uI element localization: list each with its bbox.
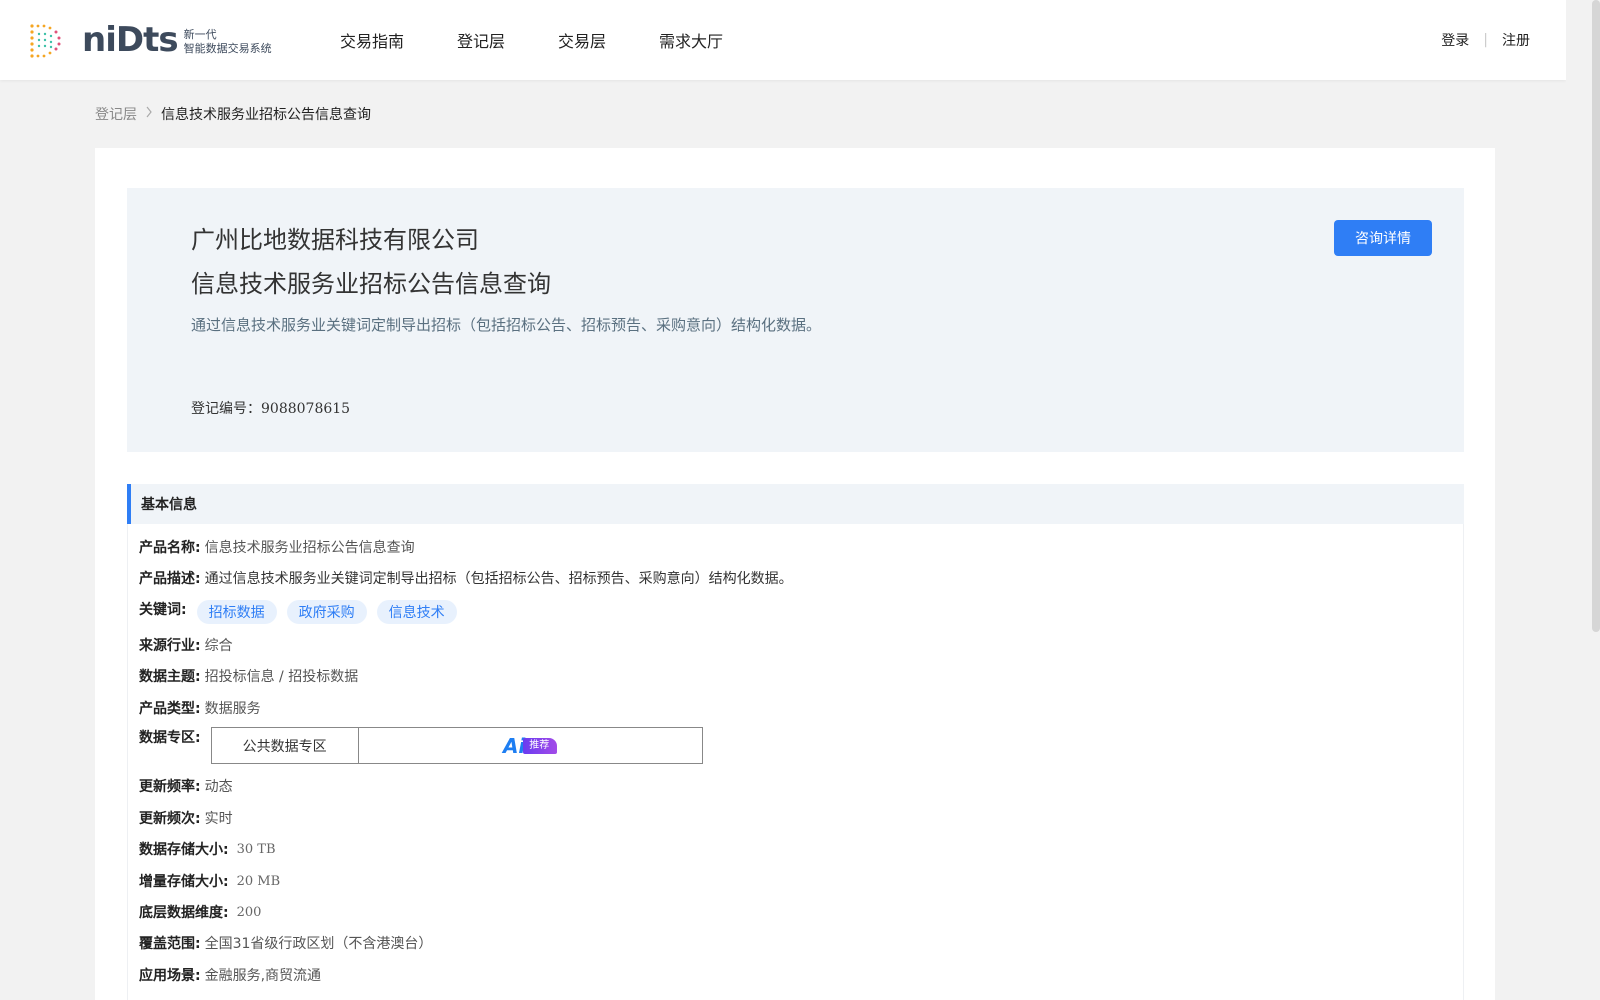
public-data-zone-cell[interactable]: 公共数据专区 (212, 728, 359, 763)
product-summary: 通过信息技术服务业关键词定制导出招标（包括招标公告、招标预告、采购意向）结构化数… (191, 316, 822, 334)
info-label: 增量存储大小: (139, 874, 229, 890)
keyword-tag[interactable]: 政府采购 (286, 600, 367, 624)
info-row-theme: 数据主题: 招投标信息 / 招投标数据 (139, 664, 358, 688)
info-value: 信息技术服务业招标公告信息查询 (204, 540, 415, 556)
info-value: 动态 (204, 779, 233, 795)
breadcrumb-parent-link[interactable]: 登记层 (95, 104, 137, 124)
info-label: 数据专区: (139, 730, 201, 746)
logo-wordmark: niDts (82, 20, 179, 60)
info-row-product-name: 产品名称: 信息技术服务业招标公告信息查询 (139, 535, 415, 559)
brand-logo[interactable]: niDts 新一代 智能数据交易系统 (28, 20, 272, 60)
info-row-storage-size: 数据存储大小: 30 TB (139, 837, 276, 861)
info-label: 数据存储大小: (139, 842, 229, 858)
register-link[interactable]: 注册 (1502, 30, 1530, 50)
info-value: 200 (236, 904, 262, 920)
main-nav: 交易指南 登记层 交易层 需求大厅 (340, 0, 776, 80)
info-value: 20 MB (236, 873, 281, 889)
keyword-tag[interactable]: 信息技术 (376, 600, 457, 624)
ai-recommend-cell[interactable]: Ai 推荐 (359, 728, 702, 763)
info-value: 全国31省级行政区划（不含港澳台） (204, 936, 433, 952)
info-label: 更新频次: (139, 811, 201, 827)
product-title: 信息技术服务业招标公告信息查询 (191, 270, 551, 298)
logo-subtitle: 新一代 智能数据交易系统 (184, 24, 272, 56)
info-value: 30 TB (236, 841, 276, 857)
info-row-update-frequency: 更新频率: 动态 (139, 774, 233, 798)
info-label: 产品描述: (139, 571, 201, 587)
info-value: 通过信息技术服务业关键词定制导出招标（包括招标公告、招标预告、采购意向）结构化数… (204, 571, 793, 587)
info-label: 产品类型: (139, 701, 201, 717)
info-label: 底层数据维度: (139, 905, 229, 921)
top-header: niDts 新一代 智能数据交易系统 交易指南 登记层 交易层 需求大厅 登录 … (0, 0, 1566, 80)
nav-trade-guide[interactable]: 交易指南 (340, 28, 404, 52)
info-label: 更新频率: (139, 779, 201, 795)
registration-number: 登记编号：9088078615 (191, 398, 350, 418)
section-basic-info: 基本信息 (127, 484, 1464, 524)
keyword-tag[interactable]: 招标数据 (196, 600, 277, 624)
info-row-product-type: 产品类型: 数据服务 (139, 696, 261, 720)
product-detail-card: 广州比地数据科技有限公司 信息技术服务业招标公告信息查询 通过信息技术服务业关键… (95, 148, 1495, 1000)
info-row-update-times: 更新频次: 实时 (139, 806, 233, 830)
registration-label: 登记编号： (191, 401, 261, 417)
info-row-scenario: 应用场景: 金融服务,商贸流通 (139, 963, 321, 987)
info-label: 应用场景: (139, 968, 201, 984)
info-value: 金融服务,商贸流通 (204, 968, 322, 984)
basic-info-list: 产品名称: 信息技术服务业招标公告信息查询 产品描述: 通过信息技术服务业关键词… (127, 524, 1464, 1000)
recommend-label: 推荐 (523, 737, 558, 754)
scrollbar-thumb[interactable] (1592, 0, 1600, 632)
data-zone-table: 公共数据专区 Ai 推荐 (210, 727, 703, 764)
registration-value: 9088078615 (261, 401, 351, 417)
info-row-coverage: 覆盖范围: 全国31省级行政区划（不含港澳台） (139, 931, 432, 955)
ai-recommend-badge: Ai 推荐 (502, 733, 558, 758)
user-links: 登录 | 注册 (1441, 0, 1530, 80)
user-link-separator: | (1483, 32, 1488, 48)
logo-suffix: ts (143, 20, 178, 60)
logo-dots-icon (30, 24, 61, 58)
info-label: 覆盖范围: (139, 936, 201, 952)
nav-demand-hall[interactable]: 需求大厅 (659, 28, 723, 52)
info-row-data-zone: 数据专区: 公共数据专区 Ai 推荐 (139, 727, 703, 765)
logo-prefix: ni (82, 20, 117, 60)
nav-trade-layer[interactable]: 交易层 (558, 28, 606, 52)
ai-logo-icon: Ai (502, 733, 526, 758)
product-hero: 广州比地数据科技有限公司 信息技术服务业招标公告信息查询 通过信息技术服务业关键… (127, 188, 1464, 452)
info-label: 数据主题: (139, 669, 201, 685)
info-value: 综合 (204, 638, 233, 654)
logo-subtitle-line2: 智能数据交易系统 (183, 42, 272, 55)
info-label: 关键词: (139, 602, 187, 618)
info-row-product-desc: 产品描述: 通过信息技术服务业关键词定制导出招标（包括招标公告、招标预告、采购意… (139, 566, 793, 590)
info-row-dimension: 底层数据维度: 200 (139, 900, 261, 924)
info-label: 产品名称: (139, 540, 201, 556)
company-name: 广州比地数据科技有限公司 (191, 226, 479, 254)
info-value: 数据服务 (204, 701, 261, 717)
info-row-industry: 来源行业: 综合 (139, 633, 233, 657)
breadcrumb-current: 信息技术服务业招标公告信息查询 (161, 107, 371, 123)
info-value: 实时 (204, 811, 233, 827)
info-row-keywords: 关键词: 招标数据 政府采购 信息技术 (139, 598, 457, 626)
logo-mid: D (115, 20, 144, 60)
info-value: 招投标信息 / 招投标数据 (204, 669, 359, 685)
page-scrollbar[interactable] (1566, 0, 1600, 1000)
nav-registration-layer[interactable]: 登记层 (457, 28, 505, 52)
info-label: 来源行业: (139, 638, 201, 654)
chevron-right-icon (145, 106, 153, 122)
consult-details-button[interactable]: 咨询详情 (1334, 220, 1432, 256)
breadcrumb: 登记层 信息技术服务业招标公告信息查询 (95, 104, 371, 124)
logo-subtitle-line1: 新一代 (183, 28, 217, 41)
login-link[interactable]: 登录 (1441, 30, 1469, 50)
info-row-increment-size: 增量存储大小: 20 MB (139, 869, 280, 893)
